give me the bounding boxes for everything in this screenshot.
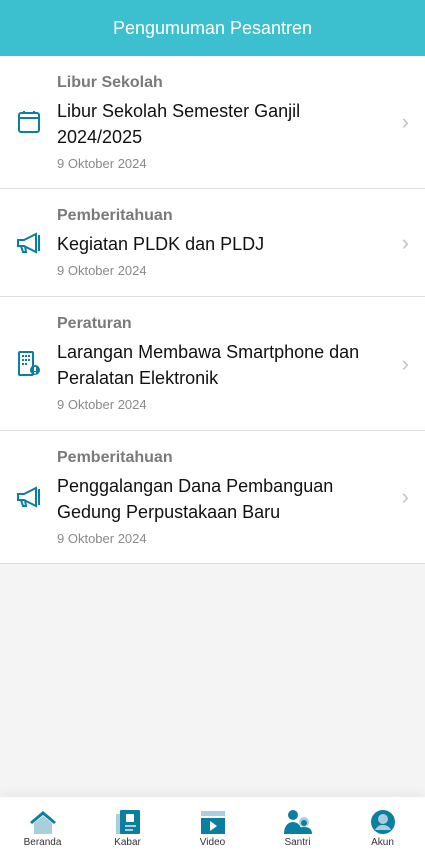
announcement-title: Penggalangan Dana Pembanguan Gedung Perp… [57,475,334,522]
nav-label: Video [199,837,226,848]
megaphone-icon [16,230,42,256]
nav-label: Santri [284,837,311,848]
nav-akun[interactable]: Akun [340,797,425,855]
announcement-title: Libur Sekolah Semester Ganjil 2024/2025 [57,100,301,147]
nav-label: Akun [371,837,394,848]
news-icon [115,810,140,834]
bottom-nav: Beranda Kabar Video Santri Akun [0,797,425,855]
announcement-date: 9 Oktober 2024 [57,155,147,171]
home-icon [29,811,56,834]
announcement-title: Larangan Membawa Smartphone dan Peralata… [57,342,360,388]
announcement-list: Libur Sekolah Libur Sekolah Semester Ganj… [0,56,425,564]
students-icon [283,810,312,834]
announcement-item[interactable]: Pemberitahuan Penggalangan Dana Pembangua… [0,431,425,564]
chevron-right-icon: › [401,350,409,376]
megaphone-icon [16,484,42,510]
building-alert-icon [16,350,42,377]
chevron-right-icon: › [401,229,409,255]
announcement-category: Libur Sekolah [57,73,163,91]
announcement-item[interactable]: Pemberitahuan Kegiatan PLDK dan PLDJ 9 Okt… [0,189,425,297]
nav-label: Kabar [114,837,141,848]
announcement-item[interactable]: Peraturan Larangan Membawa Smartphone dan… [0,297,425,431]
nav-kabar[interactable]: Kabar [85,797,170,855]
announcement-date: 9 Oktober 2024 [57,397,147,412]
nav-beranda[interactable]: Beranda [0,797,85,855]
app-header: Pengumuman Pesantren [0,0,425,56]
chevron-right-icon: › [401,109,409,134]
announcement-title: Kegiatan PLDK dan PLDJ [57,234,265,254]
nav-santri[interactable]: Santri [255,797,340,855]
page-title: Pengumuman Pesantren [112,17,313,38]
announcement-category: Pemberitahuan [57,207,173,224]
announcement-category: Pemberitahuan [57,448,173,466]
account-icon [370,810,395,834]
nav-video[interactable]: Video [170,797,255,855]
calendar-icon [16,109,42,135]
announcement-item[interactable]: Libur Sekolah Libur Sekolah Semester Ganj… [0,56,425,189]
announcement-date: 9 Oktober 2024 [57,263,147,278]
announcement-date: 9 Oktober 2024 [57,530,147,546]
chevron-right-icon: › [401,484,409,509]
video-icon [200,811,225,834]
announcement-category: Peraturan [57,315,132,332]
nav-label: Beranda [23,837,62,848]
